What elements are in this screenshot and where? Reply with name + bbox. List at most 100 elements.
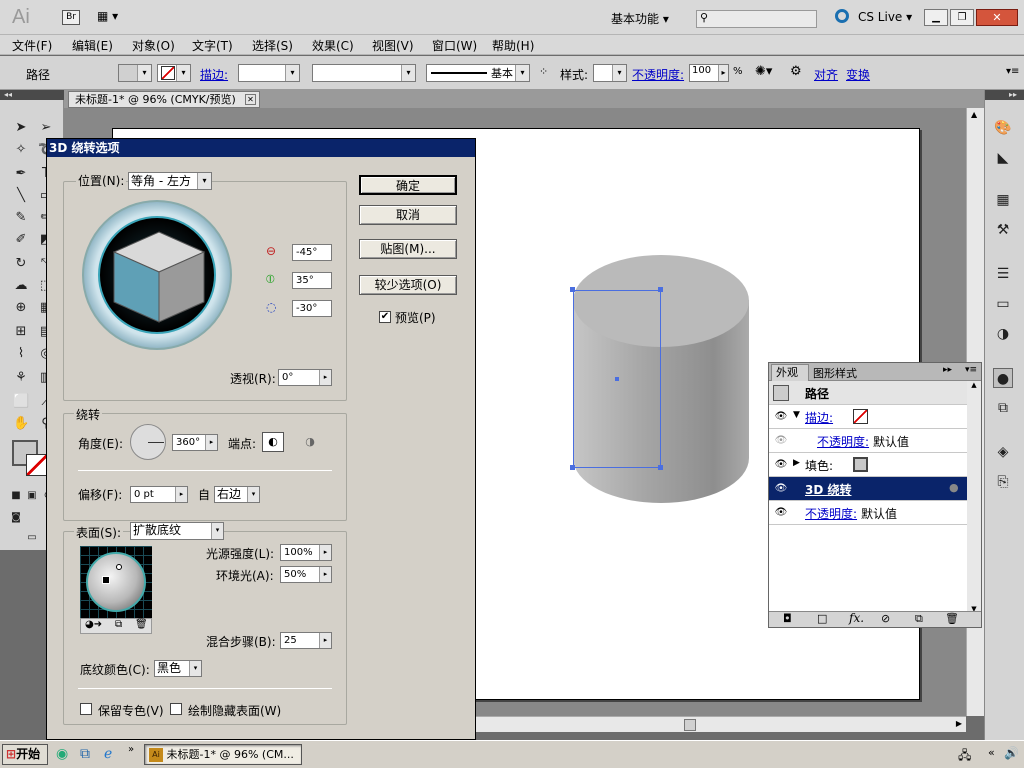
layers-icon[interactable]: ◈	[993, 442, 1013, 462]
rotation-track-cube[interactable]	[82, 200, 232, 350]
menu-file[interactable]: 文件(F)	[12, 37, 52, 54]
tray-expand-icon[interactable]: «	[988, 746, 995, 759]
light-intensity-field[interactable]: 100% ▸	[280, 544, 332, 561]
workspace-switcher[interactable]: 基本功能 ▾	[611, 10, 669, 27]
appearance-effect-row[interactable]: 👁 3D 绕转 ●	[769, 477, 967, 501]
add-stroke-icon[interactable]: ◘	[783, 612, 792, 625]
delete-item-icon[interactable]: 🗑	[945, 612, 959, 625]
brushes-icon[interactable]: ⚒	[993, 220, 1013, 240]
cap-off-button[interactable]: ◑	[300, 432, 320, 452]
add-fill-icon[interactable]: □	[817, 612, 827, 625]
control-panel-menu-icon[interactable]: ▾≡	[1006, 66, 1019, 77]
surface-select[interactable]: 扩散底纹 ▾	[130, 522, 224, 540]
preserve-spot-checkbox[interactable]	[80, 703, 92, 715]
horizontal-scrollbar[interactable]: ▶	[476, 716, 966, 732]
lighting-sphere[interactable]	[80, 546, 152, 618]
map-art-button[interactable]: 贴图(M)...	[359, 239, 457, 259]
document-tab[interactable]: 未标题-1* @ 96% (CMYK/预览) ✕	[68, 91, 260, 108]
new-light-icon[interactable]: ⧉	[115, 619, 122, 630]
draw-mode-icon[interactable]: ◙	[8, 510, 24, 526]
selection-handle[interactable]	[658, 465, 663, 470]
ambient-field[interactable]: 50% ▸	[280, 566, 332, 583]
clear-appearance-icon[interactable]: ⊘	[881, 612, 890, 625]
visibility-eye-icon[interactable]: 👁	[772, 505, 790, 521]
offset-field[interactable]: 0 pt ▸	[130, 486, 188, 503]
cancel-button[interactable]: 取消	[359, 205, 457, 225]
selected-light-handle[interactable]	[102, 576, 110, 584]
tray-network-icon[interactable]: 🖧	[958, 746, 971, 767]
brush-definition-select[interactable]: 基本 ▾	[426, 64, 530, 82]
perspective-field[interactable]: 0° ▸	[278, 369, 332, 386]
menu-window[interactable]: 窗口(W)	[432, 37, 477, 54]
panel-collapse-icon[interactable]: ▸▸	[943, 365, 952, 375]
selection-tool-icon[interactable]: ➤	[13, 120, 29, 136]
blend-steps-field[interactable]: 25 ▸	[280, 632, 332, 649]
rotate-tool-icon[interactable]: ↻	[13, 256, 29, 272]
rotate-x-field[interactable]: -45°	[292, 244, 332, 261]
cslive-button[interactable]: CS Live ▾	[858, 10, 912, 24]
panel-menu-icon[interactable]: ▾≡	[965, 365, 977, 375]
visibility-eye-icon[interactable]: 👁	[772, 457, 790, 473]
fill-color-select[interactable]: ▾	[118, 64, 152, 82]
stroke-panel-icon[interactable]: ☰	[993, 264, 1013, 284]
taskbar-item-illustrator[interactable]: Ai 未标题-1* @ 96% (CM...	[144, 744, 302, 765]
selection-handle[interactable]	[570, 465, 575, 470]
eyedropper-tool-icon[interactable]: ⌇	[13, 346, 29, 362]
gradient-panel-icon[interactable]: ▭	[993, 294, 1013, 314]
appearance-fill-row[interactable]: 👁 ▶ 填色:	[769, 453, 967, 477]
magic-wand-tool-icon[interactable]: ✧	[13, 142, 29, 158]
direct-selection-tool-icon[interactable]: ➢	[38, 120, 54, 136]
artboards-icon[interactable]: ⎘	[993, 472, 1013, 492]
appearance-stroke-row[interactable]: 👁 ▼ 描边:	[769, 405, 967, 429]
artboard-tool-icon[interactable]: ⬜	[13, 394, 29, 410]
fewer-options-button[interactable]: 较少选项(O)	[359, 275, 457, 295]
bridge-button[interactable]: Br	[62, 10, 80, 25]
draw-hidden-checkbox[interactable]	[170, 703, 182, 715]
menu-view[interactable]: 视图(V)	[372, 37, 414, 54]
rotate-y-field[interactable]: 35°	[292, 272, 332, 289]
restore-button[interactable]: ❐	[950, 9, 974, 26]
opacity-link[interactable]: 不透明度:	[632, 66, 684, 83]
light-source-handle[interactable]	[116, 564, 122, 570]
shading-color-select[interactable]: 黑色 ▾	[154, 660, 202, 677]
appearance-icon[interactable]: ●	[993, 368, 1013, 388]
stroke-color-select[interactable]: ▾	[157, 64, 191, 82]
move-light-back-icon[interactable]: ◕➜	[85, 619, 102, 630]
opacity-field[interactable]: 100 ▸	[689, 64, 729, 82]
hand-tool-icon[interactable]: ✋	[13, 416, 29, 432]
mesh-tool-icon[interactable]: ⊞	[13, 324, 29, 340]
angle-field[interactable]: 360° ▸	[172, 434, 218, 451]
visibility-eye-icon[interactable]: 👁	[772, 481, 790, 497]
graphic-styles-icon[interactable]: ⧉	[993, 398, 1013, 418]
angle-dial[interactable]	[130, 424, 166, 460]
close-tab-icon[interactable]: ✕	[245, 94, 256, 105]
visibility-eye-icon[interactable]: 👁	[772, 409, 790, 425]
menu-help[interactable]: 帮助(H)	[492, 37, 534, 54]
duplicate-item-icon[interactable]: ⧉	[915, 612, 923, 626]
stroke-link[interactable]: 描边:	[200, 66, 228, 83]
minimize-button[interactable]: ▁	[924, 9, 948, 26]
preview-checkbox[interactable]: ✔	[379, 311, 391, 323]
swatches-icon[interactable]: ▦	[993, 190, 1013, 210]
tab-graphic-styles[interactable]: 图形样式	[813, 365, 857, 381]
arrange-documents-icon[interactable]: ▦ ▾	[97, 9, 127, 25]
graphic-style-select[interactable]: ▾	[593, 64, 627, 82]
rotate-z-field[interactable]: -30°	[292, 300, 332, 317]
visibility-eye-icon[interactable]: 👁	[772, 433, 790, 449]
menu-type[interactable]: 文字(T)	[192, 37, 233, 54]
menu-effect[interactable]: 效果(C)	[312, 37, 354, 54]
stroke-weight-field[interactable]: ▾	[238, 64, 300, 82]
transform-link[interactable]: 变换	[846, 66, 870, 83]
transparency-icon[interactable]: ◑	[993, 324, 1013, 344]
position-select[interactable]: 等角 - 左方 ▾	[128, 172, 212, 190]
paintbrush-tool-icon[interactable]: ✎	[13, 210, 29, 226]
warp-tool-icon[interactable]: ☁	[13, 278, 29, 294]
start-button[interactable]: ⊞开始	[2, 744, 48, 765]
screen-mode-icon[interactable]: ▭	[24, 530, 40, 546]
selection-handle[interactable]	[570, 287, 575, 292]
tab-appearance[interactable]: 外观	[771, 364, 809, 381]
document-setup-icon[interactable]: ⚙	[790, 64, 802, 79]
gradient-mode-icon[interactable]: ▣	[24, 488, 40, 504]
tray-volume-icon[interactable]: 🔊	[1004, 746, 1019, 760]
color-mode-icon[interactable]: ■	[8, 488, 24, 504]
